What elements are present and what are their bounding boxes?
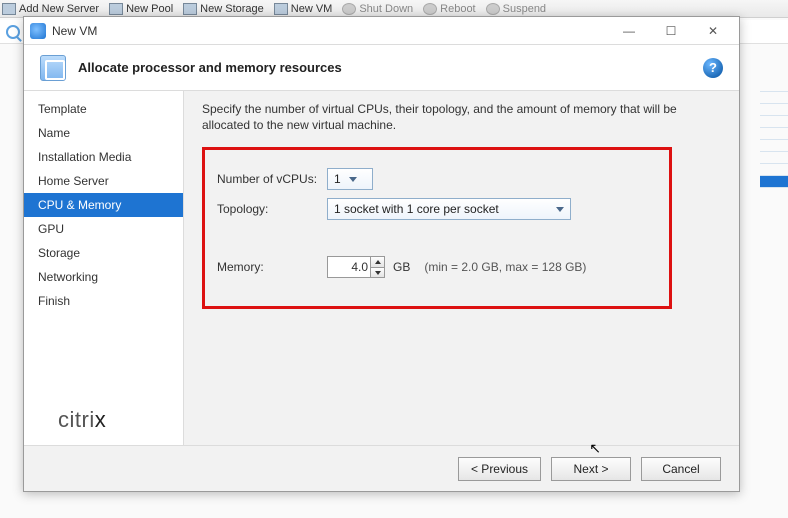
previous-button[interactable]: < Previous — [458, 457, 541, 481]
help-icon[interactable]: ? — [703, 58, 723, 78]
vcpus-label: Number of vCPUs: — [217, 172, 327, 186]
step-name[interactable]: Name — [24, 121, 183, 145]
toolbar-shut-down[interactable]: Shut Down — [342, 3, 413, 15]
side-list-peek — [760, 80, 788, 210]
step-gpu[interactable]: GPU — [24, 217, 183, 241]
wizard-steps: Template Name Installation Media Home Se… — [24, 91, 184, 445]
memory-hint: (min = 2.0 GB, max = 128 GB) — [424, 260, 586, 274]
titlebar[interactable]: New VM — ☐ ✕ — [24, 17, 739, 45]
spinner-down[interactable] — [371, 268, 384, 278]
maximize-button[interactable]: ☐ — [651, 20, 691, 42]
search-icon[interactable] — [6, 25, 20, 39]
step-template[interactable]: Template — [24, 97, 183, 121]
wizard-content: Specify the number of virtual CPUs, thei… — [184, 91, 739, 445]
step-finish[interactable]: Finish — [24, 289, 183, 313]
next-button[interactable]: Next > — [551, 457, 631, 481]
topology-label: Topology: — [217, 202, 327, 216]
brand-logo: citrix — [58, 407, 106, 433]
toolbar-add-server[interactable]: Add New Server — [2, 3, 99, 15]
topology-dropdown[interactable]: 1 socket with 1 core per socket — [327, 198, 571, 220]
step-storage[interactable]: Storage — [24, 241, 183, 265]
header-title: Allocate processor and memory resources — [78, 60, 342, 75]
toolbar-reboot[interactable]: Reboot — [423, 3, 475, 15]
memory-label: Memory: — [217, 260, 327, 274]
wizard-footer: < Previous Next > Cancel — [24, 445, 739, 491]
toolbar-new-pool[interactable]: New Pool — [109, 3, 173, 15]
minimize-button[interactable]: — — [609, 20, 649, 42]
close-button[interactable]: ✕ — [693, 20, 733, 42]
toolbar-new-storage[interactable]: New Storage — [183, 3, 264, 15]
description-text: Specify the number of virtual CPUs, thei… — [202, 101, 721, 133]
memory-input[interactable]: 4.0 — [327, 256, 371, 278]
wizard-header: Allocate processor and memory resources … — [24, 45, 739, 91]
cancel-button[interactable]: Cancel — [641, 457, 721, 481]
header-icon — [40, 55, 66, 81]
toolbar-suspend[interactable]: Suspend — [486, 3, 546, 15]
app-icon — [30, 23, 46, 39]
highlight-box: Number of vCPUs: 1 Topology: 1 socket wi… — [202, 147, 672, 309]
chevron-down-icon — [349, 177, 357, 182]
memory-unit: GB — [393, 260, 410, 274]
window-title: New VM — [52, 24, 609, 38]
step-home-server[interactable]: Home Server — [24, 169, 183, 193]
cursor-icon: ↖ — [589, 440, 601, 457]
vcpus-dropdown[interactable]: 1 — [327, 168, 373, 190]
step-installation-media[interactable]: Installation Media — [24, 145, 183, 169]
spinner-up[interactable] — [371, 257, 384, 268]
new-vm-dialog: New VM — ☐ ✕ Allocate processor and memo… — [23, 16, 740, 492]
topology-value: 1 socket with 1 core per socket — [334, 202, 548, 216]
chevron-down-icon — [556, 207, 564, 212]
vcpus-value: 1 — [334, 172, 341, 186]
step-cpu-memory[interactable]: CPU & Memory — [24, 193, 183, 217]
toolbar-new-vm[interactable]: New VM — [274, 3, 333, 15]
step-networking[interactable]: Networking — [24, 265, 183, 289]
memory-spinner[interactable] — [371, 256, 385, 278]
